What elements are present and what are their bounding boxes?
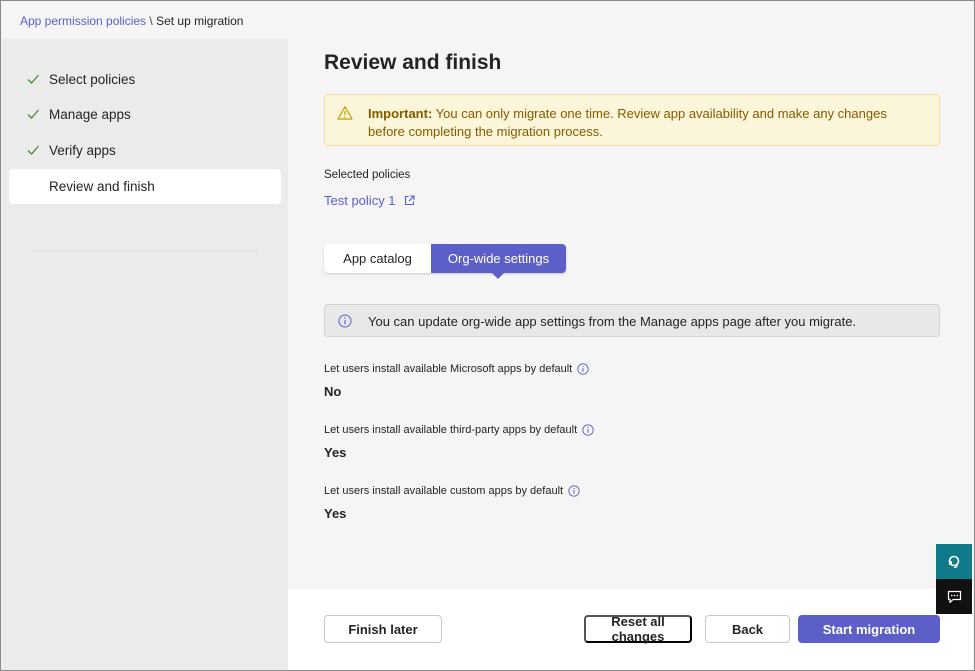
info-icon [338, 314, 352, 328]
setting-label-text: Let users install available third-party … [324, 424, 578, 436]
setting-label-third-party-apps: Let users install available third-party … [324, 424, 594, 436]
breadcrumb-separator: \ [146, 14, 157, 28]
step-select-policies[interactable]: Select policies [9, 62, 281, 97]
info-banner: You can update org-wide app settings fro… [324, 304, 940, 337]
back-button[interactable]: Back [705, 615, 790, 643]
tab-label: Org-wide settings [447, 251, 550, 266]
app-window: App permission policies \ Set up migrati… [0, 0, 975, 671]
wizard-steps-sidebar: Select policies Manage apps Verify apps … [2, 39, 288, 670]
warning-icon [337, 106, 353, 120]
tab-app-catalog[interactable]: App catalog [324, 244, 431, 273]
setting-value-third-party-apps: Yes [324, 445, 347, 460]
step-verify-apps[interactable]: Verify apps [9, 133, 281, 168]
info-icon[interactable] [582, 424, 594, 436]
help-button[interactable] [936, 544, 972, 579]
selected-policies-label: Selected policies [324, 169, 411, 181]
step-label: Review and finish [49, 179, 155, 194]
checkmark-icon [27, 145, 39, 155]
step-review-and-finish[interactable]: Review and finish [9, 169, 281, 204]
info-icon[interactable] [577, 363, 589, 375]
warning-strong: Important: [368, 106, 433, 121]
info-text: You can update org-wide app settings fro… [368, 314, 857, 329]
step-manage-apps[interactable]: Manage apps [9, 97, 281, 132]
feedback-button[interactable] [936, 579, 972, 614]
tab-list: App catalog Org-wide settings [324, 244, 566, 279]
open-external-icon [404, 195, 415, 206]
checkmark-icon [27, 74, 39, 84]
tab-org-wide-settings[interactable]: Org-wide settings [431, 244, 566, 279]
setting-value-microsoft-apps: No [324, 384, 342, 399]
checkmark-icon [27, 109, 39, 119]
setting-label-text: Let users install available custom apps … [324, 485, 564, 497]
setting-label-text: Let users install available Microsoft ap… [324, 363, 573, 375]
important-warning-banner: Important: You can only migrate one time… [324, 94, 940, 146]
setting-label-custom-apps: Let users install available custom apps … [324, 485, 580, 497]
setting-value-custom-apps: Yes [324, 506, 347, 521]
setting-label-microsoft-apps: Let users install available Microsoft ap… [324, 363, 589, 375]
chat-feedback-icon [947, 590, 961, 603]
divider [32, 250, 258, 251]
warning-text: You can only migrate one time. Review ap… [368, 106, 887, 139]
start-migration-button[interactable]: Start migration [798, 615, 940, 643]
step-label: Manage apps [49, 107, 131, 122]
breadcrumb-current: Set up migration [156, 14, 244, 28]
headset-help-icon [948, 555, 960, 568]
footer-action-bar: Finish later Reset all changes Back Star… [288, 589, 973, 670]
page-title: Review and finish [324, 51, 502, 74]
info-icon[interactable] [568, 485, 580, 497]
policy-link-label: Test policy 1 [324, 193, 396, 208]
step-label: Verify apps [49, 143, 116, 158]
step-label: Select policies [49, 72, 136, 87]
breadcrumb: App permission policies \ Set up migrati… [2, 2, 973, 39]
main-content: Review and finish Important: You can onl… [288, 39, 973, 589]
breadcrumb-link-app-permission-policies[interactable]: App permission policies [20, 14, 146, 28]
finish-later-button[interactable]: Finish later [324, 615, 442, 643]
policy-link-test-policy-1[interactable]: Test policy 1 [324, 193, 415, 208]
selected-tab-pointer [492, 273, 504, 279]
reset-all-changes-button[interactable]: Reset all changes [584, 614, 692, 644]
